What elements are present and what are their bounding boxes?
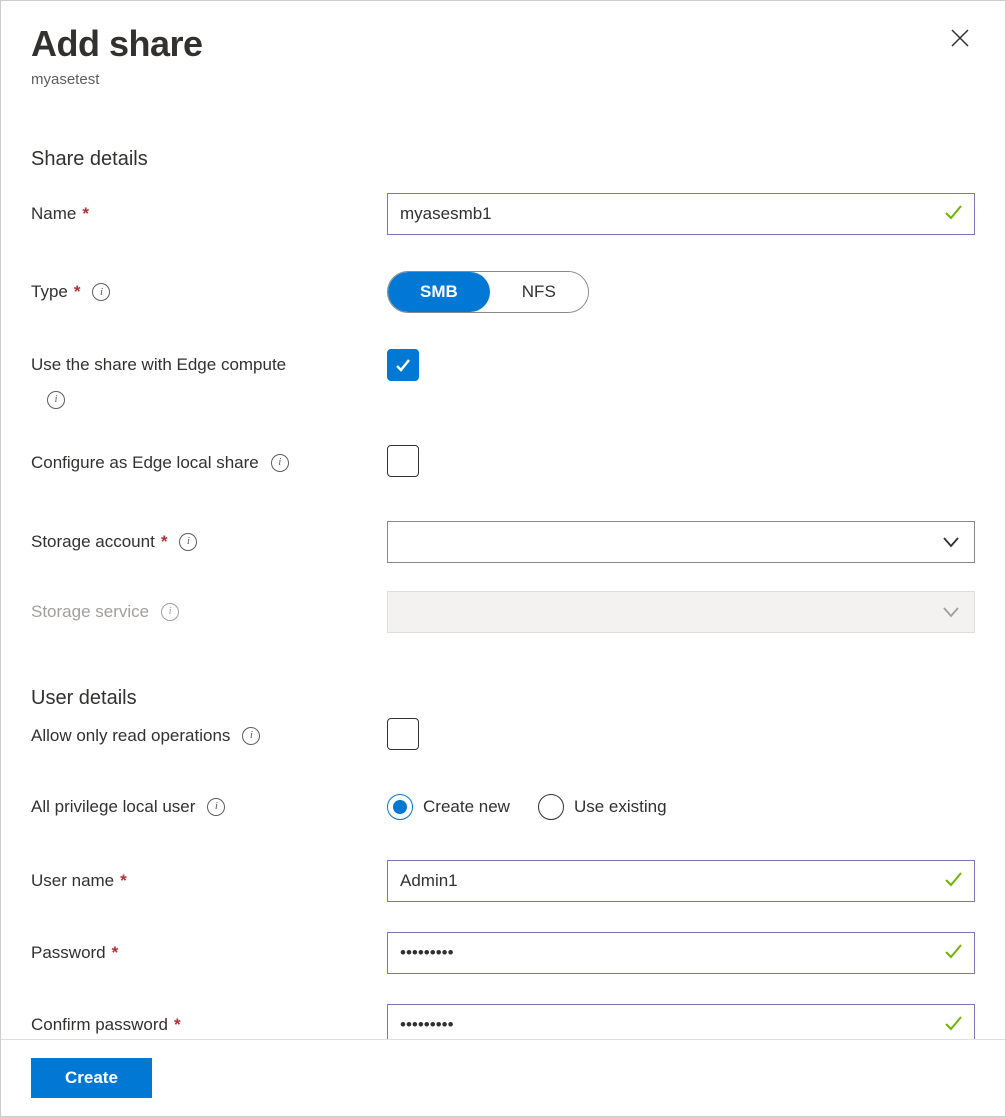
type-label: Type * i: [31, 246, 387, 302]
radio-label-create-new: Create new: [423, 797, 510, 817]
password-label: Password *: [31, 913, 387, 963]
edge-compute-checkbox[interactable]: [387, 349, 419, 381]
info-icon[interactable]: i: [242, 727, 260, 745]
required-asterisk: *: [74, 282, 81, 302]
required-asterisk: *: [112, 943, 119, 963]
footer: Create: [1, 1039, 1005, 1116]
info-icon[interactable]: i: [207, 798, 225, 816]
user-name-input[interactable]: [387, 860, 975, 902]
close-icon[interactable]: [945, 23, 975, 57]
name-input[interactable]: [387, 193, 975, 235]
required-asterisk: *: [120, 871, 127, 891]
info-icon[interactable]: i: [47, 391, 65, 409]
required-asterisk: *: [174, 1015, 181, 1035]
radio-use-existing[interactable]: Use existing: [538, 794, 667, 820]
edge-local-label: Configure as Edge local share i: [31, 417, 387, 473]
info-icon[interactable]: i: [161, 603, 179, 621]
user-name-label: User name *: [31, 831, 387, 891]
local-user-radio-group: Create new Use existing: [387, 794, 975, 820]
type-segmented: SMB NFS: [387, 271, 589, 313]
edge-compute-label: Use the share with Edge compute: [31, 319, 387, 375]
storage-service-label: Storage service i: [31, 574, 387, 622]
info-icon[interactable]: i: [92, 283, 110, 301]
required-asterisk: *: [161, 532, 168, 552]
create-button[interactable]: Create: [31, 1058, 152, 1098]
radio-create-new[interactable]: Create new: [387, 794, 510, 820]
required-asterisk: *: [82, 204, 89, 224]
section-share-details: Share details: [31, 148, 975, 171]
storage-account-dropdown[interactable]: [387, 521, 975, 563]
password-input[interactable]: [387, 932, 975, 974]
page-title: Add share: [31, 23, 203, 65]
confirm-password-input[interactable]: [387, 1004, 975, 1040]
section-user-details: User details: [31, 687, 975, 710]
edge-local-checkbox[interactable]: [387, 445, 419, 477]
page-subtitle: myasetest: [31, 71, 203, 88]
type-option-smb[interactable]: SMB: [388, 272, 490, 312]
read-only-label: Allow only read operations i: [31, 711, 387, 753]
local-user-label: All privilege local user i: [31, 757, 387, 817]
type-option-nfs[interactable]: NFS: [490, 272, 588, 312]
confirm-password-label: Confirm password *: [31, 985, 387, 1035]
read-only-checkbox[interactable]: [387, 718, 419, 750]
radio-label-use-existing: Use existing: [574, 797, 667, 817]
info-icon[interactable]: i: [271, 454, 289, 472]
storage-service-dropdown: [387, 591, 975, 633]
chevron-down-icon: [942, 603, 960, 621]
storage-account-label: Storage account * i: [31, 492, 387, 552]
chevron-down-icon: [942, 533, 960, 551]
name-label: Name *: [31, 182, 387, 224]
info-icon[interactable]: i: [179, 533, 197, 551]
